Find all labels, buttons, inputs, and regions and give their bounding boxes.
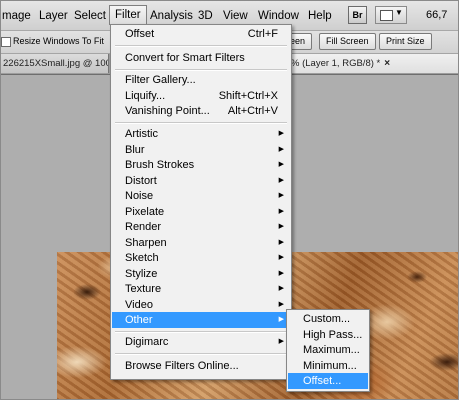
menu-item-convert-smart[interactable]: Convert for Smart Filters bbox=[112, 50, 290, 66]
menu-help[interactable]: Help bbox=[308, 9, 332, 23]
menu-item-vanishing-point[interactable]: Vanishing Point... Alt+Ctrl+V bbox=[112, 103, 290, 119]
menu-item-sharpen[interactable]: Sharpen ▶ bbox=[112, 235, 290, 251]
menu-item-render[interactable]: Render ▶ bbox=[112, 219, 290, 235]
triangle-right-icon: ▶ bbox=[278, 285, 284, 292]
document-tab-active[interactable]: % (Layer 1, RGB/8) * × bbox=[289, 54, 458, 73]
mini-bridge-button[interactable]: ▼ bbox=[375, 6, 407, 24]
menu-item-distort[interactable]: Distort ▶ bbox=[112, 173, 290, 189]
triangle-right-icon: ▶ bbox=[278, 161, 284, 168]
menu-item-filter-gallery[interactable]: Filter Gallery... bbox=[112, 72, 290, 88]
triangle-right-icon: ▶ bbox=[278, 208, 284, 215]
triangle-right-icon: ▶ bbox=[278, 301, 284, 308]
filter-menu: Offset Ctrl+F Convert for Smart Filters F… bbox=[110, 24, 292, 380]
menu-item-artistic[interactable]: Artistic ▶ bbox=[112, 126, 290, 142]
menu-item-brush-strokes[interactable]: Brush Strokes ▶ bbox=[112, 157, 290, 173]
document-tab-label: % (Layer 1, RGB/8) * bbox=[291, 58, 381, 69]
menu-filter[interactable]: Filter bbox=[109, 5, 147, 25]
menu-select[interactable]: Select bbox=[74, 9, 106, 23]
resize-windows-checkbox[interactable] bbox=[1, 37, 11, 47]
other-submenu: Custom... High Pass... Maximum... Minimu… bbox=[286, 309, 370, 392]
submenu-item-minimum[interactable]: Minimum... bbox=[288, 358, 368, 374]
menu-item-browse-filters[interactable]: Browse Filters Online... bbox=[112, 358, 290, 374]
fill-screen-button[interactable]: Fill Screen bbox=[319, 33, 376, 50]
menu-view[interactable]: View bbox=[223, 9, 248, 23]
triangle-right-icon: ▶ bbox=[278, 316, 284, 323]
menu-item-offset[interactable]: Offset Ctrl+F bbox=[112, 26, 290, 42]
menu-layer[interactable]: Layer bbox=[39, 9, 68, 23]
menu-item-liquify[interactable]: Liquify... Shift+Ctrl+X bbox=[112, 88, 290, 104]
menu-3d[interactable]: 3D bbox=[198, 9, 213, 23]
menu-item-pixelate[interactable]: Pixelate ▶ bbox=[112, 204, 290, 220]
submenu-item-custom[interactable]: Custom... bbox=[288, 311, 368, 327]
triangle-down-icon: ▼ bbox=[395, 8, 403, 17]
zoom-level[interactable]: 66,7 bbox=[426, 9, 447, 21]
menu-item-video[interactable]: Video ▶ bbox=[112, 297, 290, 313]
menu-separator bbox=[115, 353, 287, 355]
menu-item-sketch[interactable]: Sketch ▶ bbox=[112, 250, 290, 266]
triangle-right-icon: ▶ bbox=[278, 254, 284, 261]
triangle-right-icon: ▶ bbox=[278, 239, 284, 246]
menu-separator bbox=[115, 122, 287, 124]
resize-windows-label: Resize Windows To Fit bbox=[13, 36, 104, 46]
print-size-button[interactable]: Print Size bbox=[379, 33, 432, 50]
submenu-item-high-pass[interactable]: High Pass... bbox=[288, 327, 368, 343]
menu-item-digimarc[interactable]: Digimarc ▶ bbox=[112, 334, 290, 350]
menu-item-other[interactable]: Other ▶ bbox=[112, 312, 290, 328]
triangle-right-icon: ▶ bbox=[278, 130, 284, 137]
triangle-right-icon: ▶ bbox=[278, 270, 284, 277]
screen-mode-icon bbox=[380, 10, 393, 21]
menu-item-blur[interactable]: Blur ▶ bbox=[112, 142, 290, 158]
menu-image[interactable]: mage bbox=[2, 9, 31, 23]
menu-separator bbox=[115, 69, 287, 71]
menu-analysis[interactable]: Analysis bbox=[150, 9, 193, 23]
menu-separator bbox=[115, 45, 287, 47]
menu-window[interactable]: Window bbox=[258, 9, 299, 23]
close-icon[interactable]: × bbox=[384, 58, 390, 69]
photoshop-window: mage Layer Select Filter Analysis 3D Vie… bbox=[0, 0, 459, 400]
triangle-right-icon: ▶ bbox=[278, 192, 284, 199]
menu-item-texture[interactable]: Texture ▶ bbox=[112, 281, 290, 297]
document-tab[interactable]: 226215XSmall.jpg @ 100% bbox=[1, 54, 109, 73]
submenu-item-maximum[interactable]: Maximum... bbox=[288, 342, 368, 358]
triangle-right-icon: ▶ bbox=[278, 338, 284, 345]
bridge-button[interactable]: Br bbox=[348, 6, 367, 24]
triangle-right-icon: ▶ bbox=[278, 223, 284, 230]
menu-item-noise[interactable]: Noise ▶ bbox=[112, 188, 290, 204]
triangle-right-icon: ▶ bbox=[278, 146, 284, 153]
triangle-right-icon: ▶ bbox=[278, 177, 284, 184]
menu-item-stylize[interactable]: Stylize ▶ bbox=[112, 266, 290, 282]
submenu-item-offset[interactable]: Offset... bbox=[288, 373, 368, 389]
menu-separator bbox=[115, 331, 287, 333]
